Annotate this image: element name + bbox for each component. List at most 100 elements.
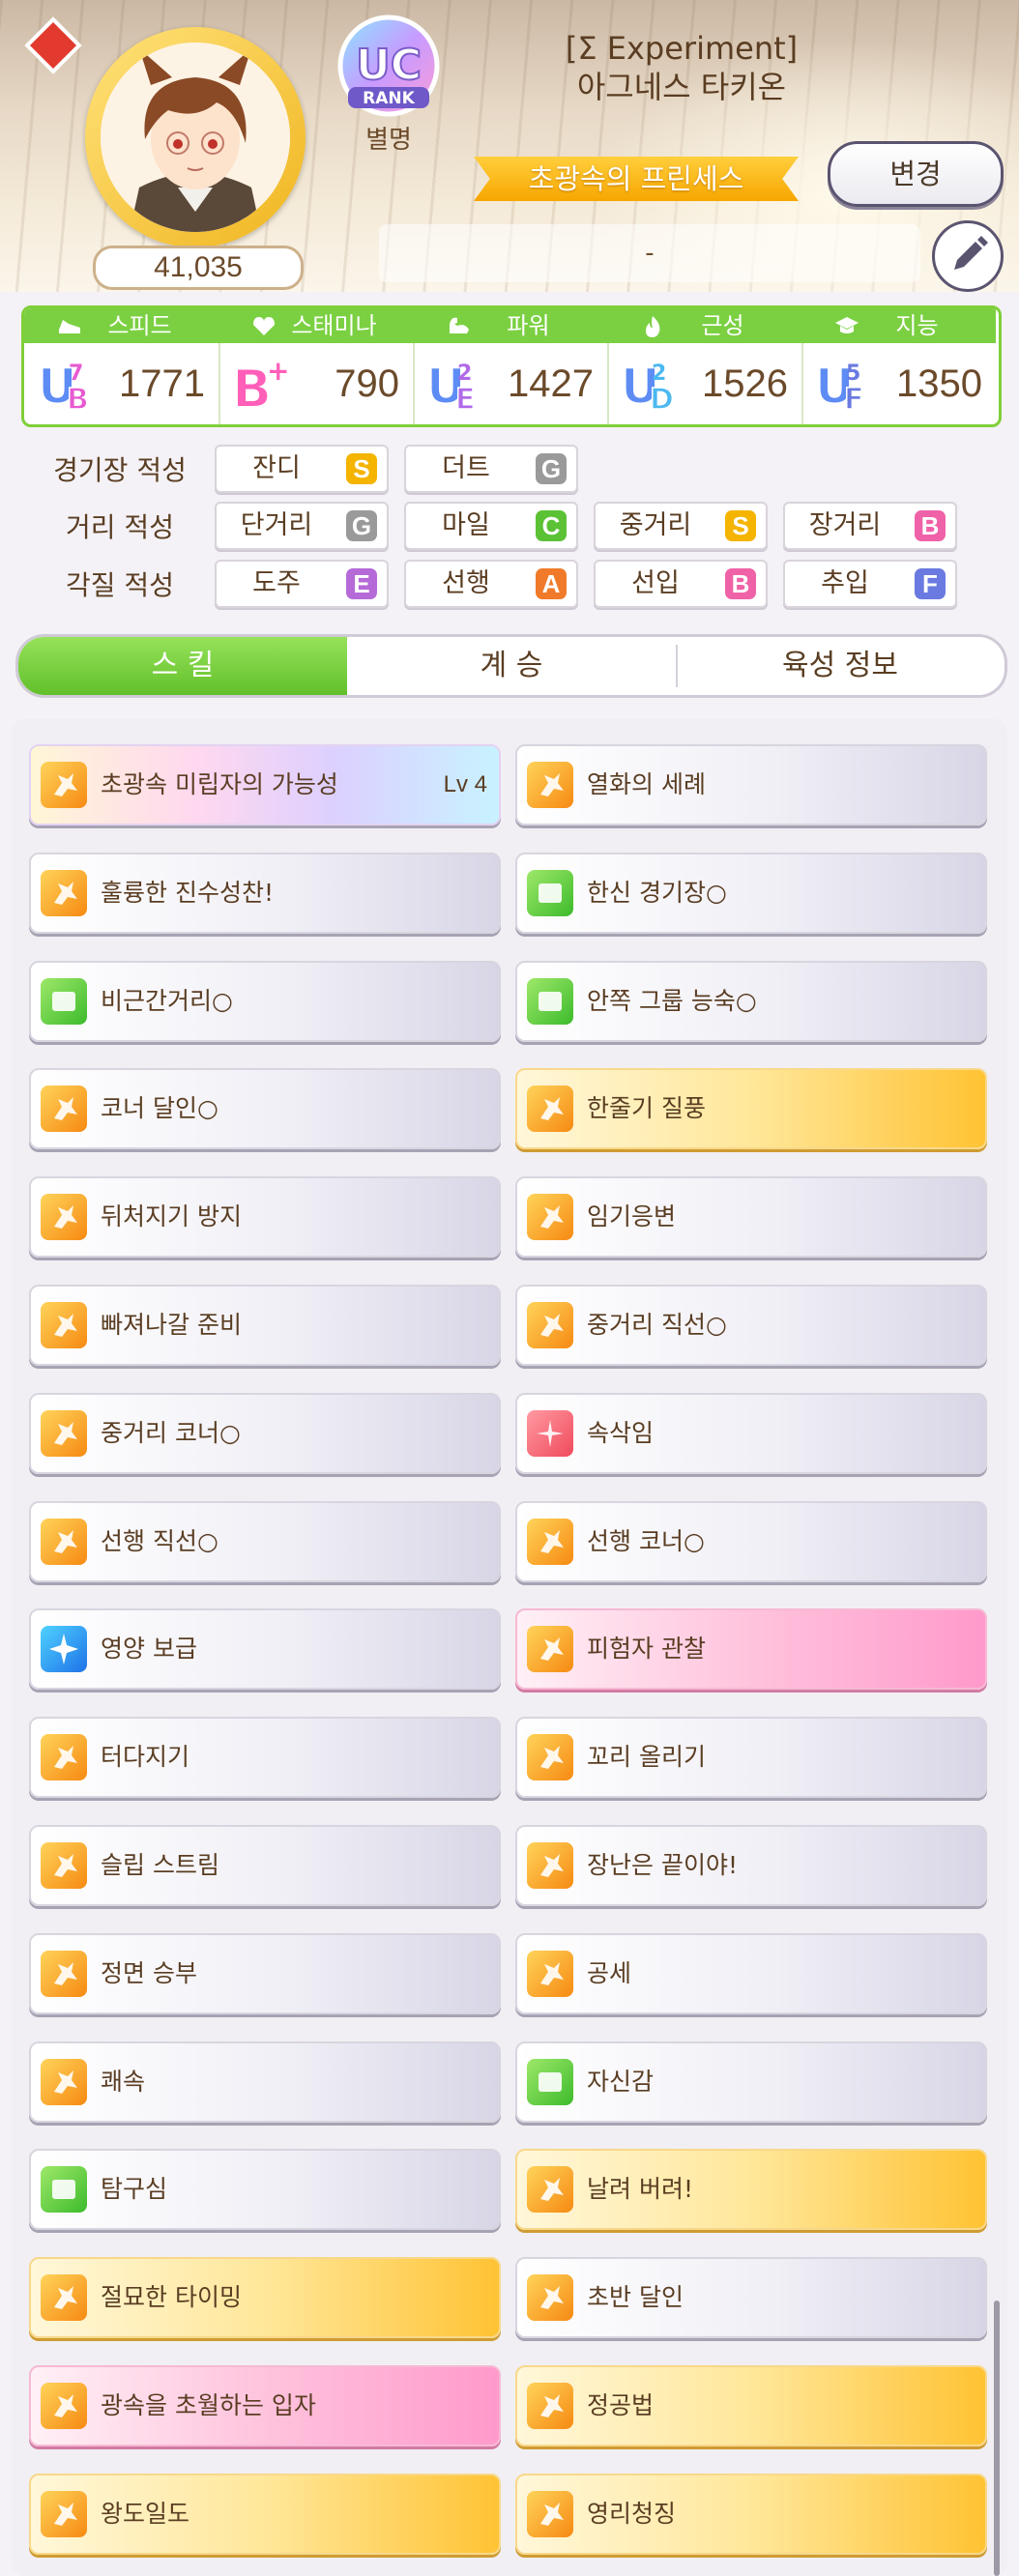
skill-item[interactable]: 자신감 bbox=[515, 2041, 987, 2123]
skill-item[interactable]: 선행 코너○ bbox=[515, 1500, 987, 1582]
aptitude-grade: G bbox=[346, 510, 377, 541]
skill-blue-icon bbox=[41, 1626, 87, 1673]
stat-body: U 2 D 1526 bbox=[607, 343, 801, 424]
aptitude-grade: B bbox=[915, 510, 946, 541]
stat-value: 1526 bbox=[702, 362, 788, 405]
skill-orange-icon bbox=[527, 2274, 573, 2322]
skill-red-icon bbox=[527, 1409, 573, 1457]
skill-item[interactable]: 초광속 미립자의 가능성 Lv 4 bbox=[29, 744, 501, 825]
skill-orange-icon bbox=[527, 1194, 573, 1241]
grade-b-plus-icon: B+ bbox=[231, 355, 289, 415]
skill-item[interactable]: 뒤처지기 방지 bbox=[29, 1176, 501, 1259]
skill-item[interactable]: 비근간거리○ bbox=[29, 960, 501, 1042]
skill-item[interactable]: 터다지기 bbox=[29, 1717, 501, 1799]
skill-item[interactable]: 왕도일도 bbox=[29, 2473, 501, 2555]
stat-value: 790 bbox=[335, 362, 399, 405]
skill-item[interactable]: 정면 승부 bbox=[29, 1932, 501, 2014]
aptitude-grade: G bbox=[536, 453, 567, 484]
style-aptitude-label: 각질 적성 bbox=[66, 569, 174, 601]
skill-item[interactable]: 정공법 bbox=[515, 2365, 987, 2446]
svg-text:F: F bbox=[844, 383, 864, 415]
skill-item[interactable]: 꼬리 올리기 bbox=[515, 1717, 987, 1799]
aptitude-style-1: 선행 A bbox=[404, 560, 578, 608]
skill-name: 임기응변 bbox=[587, 1202, 677, 1231]
skill-item[interactable]: 초반 달인 bbox=[515, 2257, 987, 2339]
stat-label: 파워 bbox=[507, 312, 550, 339]
skill-name: 영양 보급 bbox=[101, 1635, 197, 1664]
skill-item[interactable]: 영양 보급 bbox=[29, 1608, 501, 1691]
svg-text:B: B bbox=[232, 359, 272, 415]
aptitude-distance-2: 중거리 S bbox=[594, 502, 768, 550]
svg-text:D: D bbox=[650, 383, 674, 415]
skill-orange-icon bbox=[527, 2383, 573, 2429]
skill-item[interactable]: 날려 버려! bbox=[515, 2149, 987, 2231]
skill-item[interactable]: 피험자 관찰 bbox=[515, 1608, 987, 1691]
stat-header: 파워 bbox=[413, 308, 607, 343]
aptitude-grade: A bbox=[536, 568, 567, 599]
scrollbar[interactable] bbox=[994, 2301, 1000, 2576]
aptitude-track-1: 더트 G bbox=[404, 445, 578, 493]
aptitude-name: 선입 bbox=[631, 568, 680, 598]
skill-item[interactable]: 장난은 끝이야! bbox=[515, 1825, 987, 1906]
skill-name: 중거리 코너○ bbox=[101, 1418, 241, 1447]
skill-item[interactable]: 열화의 세례 bbox=[515, 744, 987, 825]
tab-training-info[interactable]: 육성 정보 bbox=[676, 637, 1004, 695]
skill-name: 열화의 세례 bbox=[587, 770, 706, 798]
stat-header: 지능 bbox=[801, 308, 996, 343]
rank-badge[interactable]: UC RANK bbox=[335, 14, 443, 122]
nickname-label[interactable]: 별명 bbox=[340, 120, 437, 156]
skill-name: 터다지기 bbox=[101, 1743, 190, 1772]
skill-item[interactable]: 중거리 코너○ bbox=[29, 1392, 501, 1474]
skill-orange-icon bbox=[527, 1626, 573, 1673]
aptitude-name: 잔디 bbox=[252, 453, 301, 483]
skill-name: 코너 달인○ bbox=[101, 1094, 218, 1123]
skill-item[interactable]: 임기응변 bbox=[515, 1176, 987, 1259]
edit-memo-button[interactable] bbox=[932, 220, 1004, 292]
aptitude-distance-0: 단거리 G bbox=[215, 502, 389, 550]
stat-header: 근성 bbox=[607, 308, 801, 343]
skill-item[interactable]: 안쪽 그룹 능숙○ bbox=[515, 960, 987, 1042]
skill-item[interactable]: 절묘한 타이밍 bbox=[29, 2257, 501, 2339]
skill-item[interactable]: 탐구심 bbox=[29, 2149, 501, 2231]
stat-value: 1350 bbox=[896, 362, 982, 405]
skill-item[interactable]: 공세 bbox=[515, 1932, 987, 2014]
stat-body: B + 790 bbox=[218, 343, 413, 424]
skill-item[interactable]: 선행 직선○ bbox=[29, 1500, 501, 1582]
uc-rank-icon: UC RANK bbox=[337, 14, 440, 117]
skill-green-icon bbox=[527, 977, 573, 1025]
stat-0: 스피드 U 7 B 1771 bbox=[24, 308, 220, 424]
skill-item[interactable]: 훌륭한 진수성찬! bbox=[29, 852, 501, 934]
skill-level: Lv 4 bbox=[443, 771, 487, 797]
skill-item[interactable]: 속삭임 bbox=[515, 1392, 987, 1474]
skill-orange-icon bbox=[41, 1734, 87, 1781]
skill-item[interactable]: 슬립 스트림 bbox=[29, 1825, 501, 1906]
aptitude-style-3: 추입 F bbox=[783, 560, 957, 608]
character-portrait[interactable] bbox=[101, 43, 290, 232]
skill-item[interactable]: 코너 달인○ bbox=[29, 1068, 501, 1150]
skill-orange-icon bbox=[41, 2274, 87, 2322]
skill-orange-icon bbox=[527, 2166, 573, 2214]
change-button[interactable]: 변경 bbox=[828, 141, 1004, 207]
aptitude-grade: B bbox=[725, 568, 756, 599]
tab-inheritance[interactable]: 계 승 bbox=[347, 637, 676, 695]
skill-orange-icon bbox=[41, 1194, 87, 1241]
aptitude-name: 도주 bbox=[252, 568, 301, 598]
skill-item[interactable]: 한줄기 질풍 bbox=[515, 1068, 987, 1150]
skill-name: 중거리 직선○ bbox=[587, 1311, 727, 1339]
skill-name: 훌륭한 진수성찬! bbox=[101, 878, 274, 907]
stat-label: 근성 bbox=[701, 312, 744, 339]
skill-item[interactable]: 영리청징 bbox=[515, 2473, 987, 2555]
title-tag: [Σ Experiment] bbox=[565, 30, 799, 67]
skill-orange-icon bbox=[41, 1842, 87, 1889]
aptitude-name: 추입 bbox=[821, 568, 869, 598]
skill-item[interactable]: 쾌속 bbox=[29, 2041, 501, 2123]
skill-item[interactable]: 중거리 직선○ bbox=[515, 1285, 987, 1366]
skill-item[interactable]: 광속을 초월하는 입자 bbox=[29, 2365, 501, 2446]
tab-skills[interactable]: 스 킬 bbox=[18, 637, 347, 695]
aptitude-track-0: 잔디 S bbox=[215, 445, 389, 493]
stat-3: 근성 U 2 D 1526 bbox=[607, 308, 803, 424]
distance-aptitude-label: 거리 적성 bbox=[66, 511, 174, 543]
skill-item[interactable]: 빠져나갈 준비 bbox=[29, 1285, 501, 1366]
skill-name: 안쪽 그룹 능숙○ bbox=[587, 986, 757, 1015]
skill-item[interactable]: 한신 경기장○ bbox=[515, 852, 987, 934]
